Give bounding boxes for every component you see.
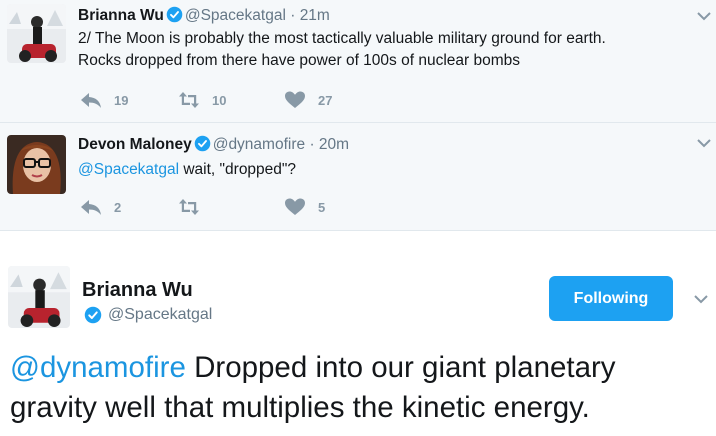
like-count: 27	[318, 92, 333, 108]
verified-badge-icon	[194, 135, 210, 152]
chevron-down-icon[interactable]	[696, 137, 712, 149]
reply-tweet-1[interactable]: Brianna Wu @Spacekatgal · 21m 2/ The Moon…	[0, 0, 716, 123]
avatar[interactable]	[7, 135, 66, 194]
username-row: @Spacekatgal	[84, 306, 212, 324]
display-name[interactable]: Brianna Wu	[82, 279, 193, 302]
avatar[interactable]	[8, 266, 70, 328]
reply-icon	[81, 200, 101, 215]
retweet-icon	[179, 199, 199, 215]
timestamp[interactable]: 20m	[319, 136, 349, 153]
verified-badge-icon	[84, 306, 102, 324]
timestamp[interactable]: 21m	[300, 7, 330, 24]
tweet-text-line: Rocks dropped from there have power of 1…	[78, 52, 520, 69]
heart-icon	[285, 91, 305, 108]
reply-icon	[81, 93, 101, 108]
reply-count: 19	[114, 92, 129, 108]
tweet-header: Devon Maloney @dynamofire · 20m	[78, 135, 349, 155]
reply-tweet-2[interactable]: Devon Maloney @dynamofire · 20m @Spacekat…	[0, 123, 716, 231]
tweet-text: @Spacekatgal wait, "dropped"?	[78, 159, 296, 181]
retweet-icon	[179, 92, 199, 108]
separator-dot: ·	[309, 136, 315, 153]
mention-link[interactable]: @Spacekatgal	[78, 161, 179, 178]
like-button[interactable]: 27	[284, 91, 332, 109]
username[interactable]: @Spacekatgal	[108, 306, 212, 324]
like-button[interactable]: 5	[284, 198, 325, 216]
main-tweet: Brianna Wu @Spacekatgal Following @dynam…	[0, 231, 716, 436]
separator-dot: ·	[290, 7, 296, 24]
verified-badge-icon	[166, 6, 183, 23]
tweet-header: Brianna Wu @Spacekatgal · 21m	[78, 6, 330, 26]
heart-icon	[285, 198, 305, 215]
avatar[interactable]	[7, 4, 66, 63]
display-name[interactable]: Brianna Wu	[78, 7, 164, 24]
tweet-text: @dynamofire Dropped into our giant plane…	[10, 348, 710, 428]
mention-link[interactable]: @dynamofire	[10, 351, 186, 384]
retweet-button[interactable]: 10	[178, 91, 226, 109]
username[interactable]: @Spacekatgal	[185, 7, 286, 24]
reply-count: 2	[114, 199, 122, 215]
retweet-count: 10	[212, 92, 227, 108]
tweet-text-body: wait, "dropped"?	[179, 161, 297, 178]
chevron-down-icon[interactable]	[696, 10, 712, 22]
tweet-text-line: gravity well that multiplies the kinetic…	[10, 391, 590, 424]
following-button[interactable]: Following	[549, 276, 673, 321]
tweet-text: 2/ The Moon is probably the most tactica…	[78, 28, 606, 72]
chevron-down-icon[interactable]	[693, 293, 709, 305]
tweet-text-line: @dynamofire Dropped into our giant plane…	[10, 348, 710, 388]
username[interactable]: @dynamofire	[213, 136, 305, 153]
reply-button[interactable]: 19	[80, 91, 128, 109]
reply-button[interactable]: 2	[80, 198, 121, 216]
tweet-text-body: Dropped into our giant planetary	[185, 351, 616, 384]
like-count: 5	[318, 199, 326, 215]
retweet-button[interactable]	[178, 198, 212, 216]
display-name[interactable]: Devon Maloney	[78, 136, 192, 153]
tweet-text-line: 2/ The Moon is probably the most tactica…	[78, 30, 606, 47]
